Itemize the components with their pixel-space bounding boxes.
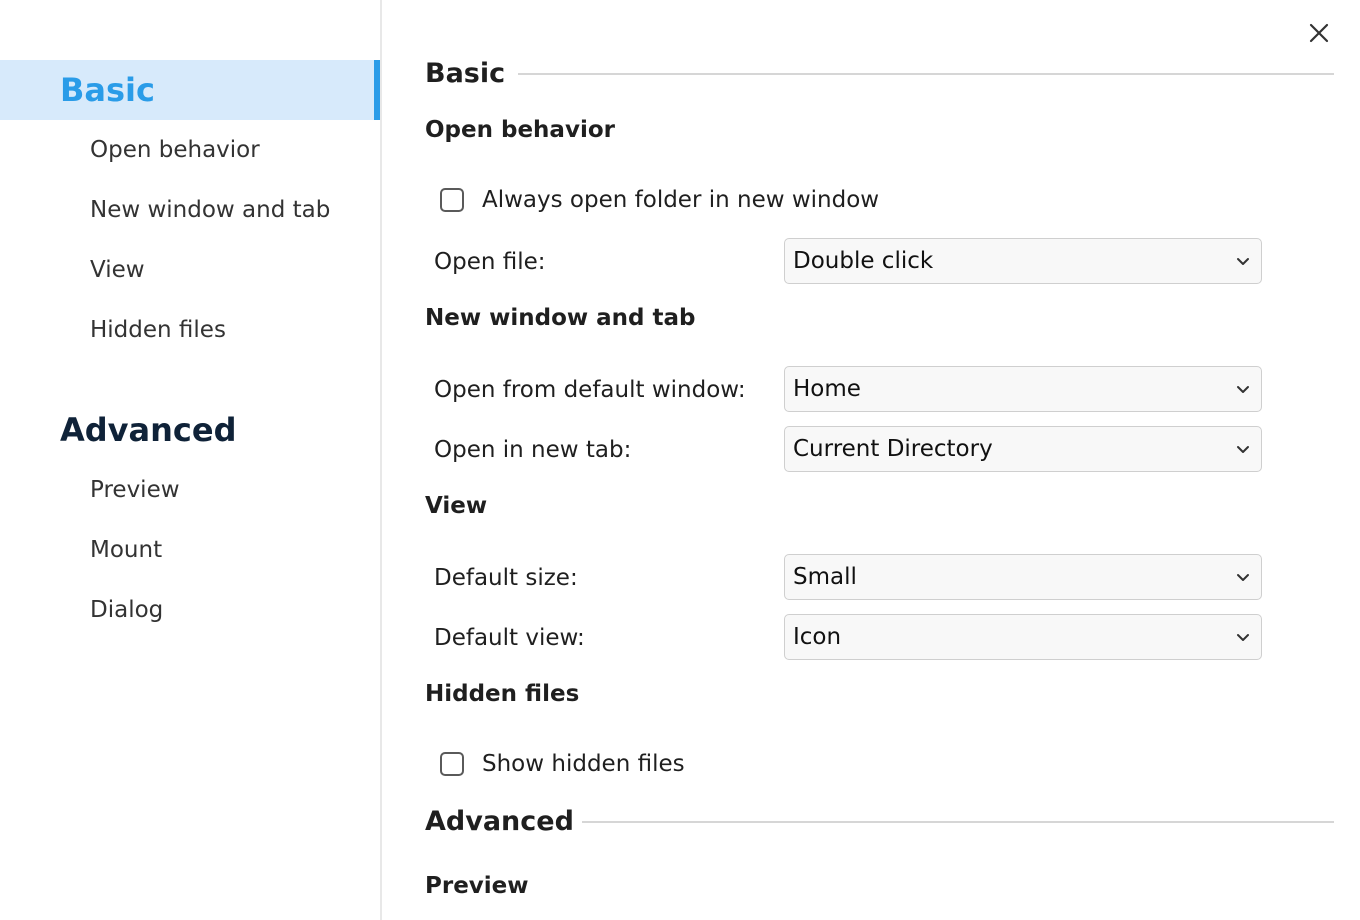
- chevron-down-icon: [1237, 634, 1249, 641]
- default-size-value: Small: [793, 564, 857, 590]
- group-title-open-behavior: Open behavior: [425, 117, 615, 143]
- chevron-down-icon: [1237, 258, 1249, 265]
- default-view-value: Icon: [793, 624, 842, 650]
- open-file-label: Open file:: [434, 249, 546, 275]
- chevron-down-icon: [1237, 446, 1249, 453]
- settings-window: Basic Open behavior New window and tab V…: [0, 0, 1360, 920]
- default-view-label: Default view:: [434, 625, 585, 651]
- open-in-new-tab-select[interactable]: Current Directory: [784, 426, 1262, 472]
- section-divider-basic: [518, 73, 1334, 75]
- sidebar-group-advanced[interactable]: Advanced: [0, 400, 380, 460]
- section-title-basic: Basic: [425, 58, 506, 89]
- group-title-preview: Preview: [425, 873, 529, 899]
- show-hidden-files-label: Show hidden files: [482, 751, 685, 777]
- section-title-advanced: Advanced: [425, 806, 574, 837]
- open-in-new-tab-value: Current Directory: [793, 436, 993, 462]
- close-button[interactable]: [1303, 17, 1335, 49]
- group-title-hidden-files: Hidden files: [425, 681, 580, 707]
- sidebar-item-hidden-files[interactable]: Hidden files: [0, 300, 380, 360]
- show-hidden-files-checkbox-row[interactable]: Show hidden files: [440, 748, 685, 780]
- group-title-new-window-and-tab: New window and tab: [425, 305, 696, 331]
- sidebar-item-open-behavior[interactable]: Open behavior: [0, 120, 380, 180]
- open-from-default-window-value: Home: [793, 376, 861, 402]
- default-view-select[interactable]: Icon: [784, 614, 1262, 660]
- sidebar-item-mount[interactable]: Mount: [0, 520, 380, 580]
- sidebar-group-basic[interactable]: Basic: [0, 60, 380, 120]
- chevron-down-icon: [1237, 574, 1249, 581]
- always-open-folder-checkbox-row[interactable]: Always open folder in new window: [440, 184, 879, 216]
- open-from-default-window-select[interactable]: Home: [784, 366, 1262, 412]
- always-open-folder-checkbox[interactable]: [440, 188, 464, 212]
- default-size-label: Default size:: [434, 565, 578, 591]
- show-hidden-files-checkbox[interactable]: [440, 752, 464, 776]
- section-divider-advanced: [582, 821, 1334, 823]
- open-file-value: Double click: [793, 248, 934, 274]
- open-file-select[interactable]: Double click: [784, 238, 1262, 284]
- chevron-down-icon: [1237, 386, 1249, 393]
- open-from-default-window-label: Open from default window:: [434, 377, 746, 403]
- sidebar-item-view[interactable]: View: [0, 240, 380, 300]
- sidebar: Basic Open behavior New window and tab V…: [0, 0, 382, 920]
- sidebar-item-new-window-and-tab[interactable]: New window and tab: [0, 180, 380, 240]
- sidebar-item-dialog[interactable]: Dialog: [0, 580, 380, 640]
- open-in-new-tab-label: Open in new tab:: [434, 437, 632, 463]
- close-icon: [1309, 23, 1329, 43]
- default-size-select[interactable]: Small: [784, 554, 1262, 600]
- sidebar-item-preview[interactable]: Preview: [0, 460, 380, 520]
- always-open-folder-label: Always open folder in new window: [482, 187, 880, 213]
- settings-content: Basic Open behavior Always open folder i…: [382, 0, 1360, 920]
- group-title-view: View: [425, 493, 488, 519]
